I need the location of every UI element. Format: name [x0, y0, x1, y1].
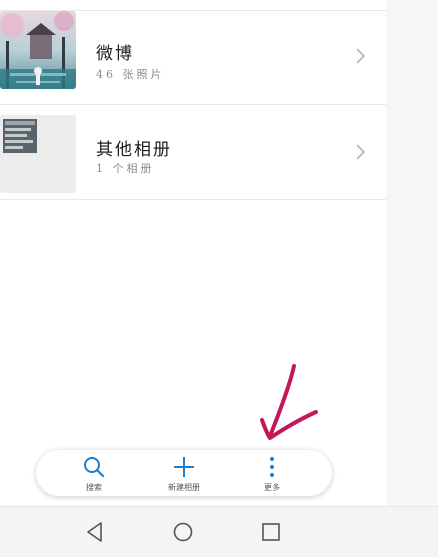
chevron-right-icon	[356, 48, 366, 64]
more-vertical-icon	[270, 457, 274, 477]
bottom-action-bar: 搜索 新建相册 更多	[36, 450, 332, 496]
album-row-other-albums[interactable]: 其他相册 1 个相册	[0, 105, 386, 199]
search-button[interactable]: 搜索	[54, 450, 134, 496]
album-thumbnail-other	[0, 115, 76, 193]
recents-square-icon[interactable]	[258, 519, 284, 545]
album-thumbnail-weibo	[0, 11, 76, 89]
search-label: 搜索	[86, 483, 102, 492]
home-circle-icon[interactable]	[170, 519, 196, 545]
annotation-arrow-icon	[260, 364, 318, 440]
album-row-weibo[interactable]: 微博 46 张照片	[0, 11, 386, 105]
plus-icon	[174, 457, 194, 477]
search-icon	[84, 457, 105, 478]
gallery-albums-screen: 微博 46 张照片 其他相册 1 个相册 搜索 新建相册 更多	[0, 0, 438, 557]
more-label: 更多	[264, 483, 280, 492]
right-edge-strip	[386, 0, 438, 506]
system-navigation-bar	[0, 506, 438, 557]
more-button[interactable]: 更多	[232, 450, 312, 496]
album-name: 微博	[96, 44, 134, 64]
new-album-button[interactable]: 新建相册	[144, 450, 224, 496]
new-album-label: 新建相册	[168, 483, 200, 492]
chevron-right-icon	[356, 144, 366, 160]
divider	[0, 199, 386, 200]
album-count: 46 张照片	[96, 68, 165, 81]
back-triangle-icon[interactable]	[82, 519, 108, 545]
album-name: 其他相册	[96, 140, 172, 160]
album-count: 1 个相册	[96, 162, 155, 175]
